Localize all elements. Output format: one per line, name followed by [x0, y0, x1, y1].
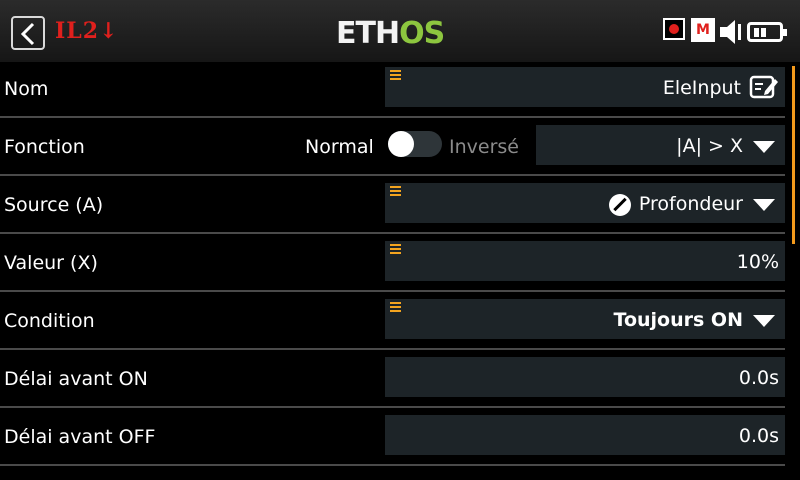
dropdown-caret-icon: [753, 314, 775, 327]
source-select[interactable]: Profondeur: [385, 183, 785, 223]
delai-on-value: 0.0s: [738, 367, 779, 389]
toggle-normal-label: Normal: [305, 136, 374, 158]
dropdown-caret-icon: [753, 140, 775, 153]
battery-icon[interactable]: [747, 22, 787, 42]
delai-off-value: 0.0s: [738, 425, 779, 447]
condition-value: Toujours ON: [614, 309, 775, 331]
drag-handle-icon: [390, 186, 401, 198]
top-bar: IL2↓ ETHOS M: [0, 0, 800, 62]
valeur-value: 10%: [736, 251, 779, 273]
invert-toggle[interactable]: [388, 131, 442, 157]
nom-field[interactable]: EleInput: [385, 67, 785, 107]
delai-on-field[interactable]: 0.0s: [385, 357, 785, 397]
ethos-logo: ETHOS: [336, 16, 445, 51]
chevron-left-icon: [20, 22, 35, 46]
back-button[interactable]: [11, 16, 45, 50]
row-condition: Condition Toujours ON: [0, 292, 785, 350]
drag-handle-icon: [390, 70, 401, 82]
record-icon[interactable]: [663, 18, 685, 40]
source-label: Source (A): [4, 194, 104, 216]
model-name: IL2↓: [55, 18, 119, 44]
fonction-select[interactable]: |A| > X: [536, 125, 785, 165]
valeur-field[interactable]: 10%: [385, 241, 785, 281]
condition-select[interactable]: Toujours ON: [385, 299, 785, 339]
drag-handle-icon: [390, 244, 401, 256]
row-delai-off: Délai avant OFF 0.0s: [0, 408, 785, 466]
row-valeur: Valeur (X) 10%: [0, 234, 785, 292]
nom-label: Nom: [4, 78, 49, 100]
row-nom: Nom EleInput: [0, 60, 785, 118]
nom-value: EleInput: [662, 77, 741, 99]
valeur-label: Valeur (X): [4, 252, 98, 274]
delai-on-label: Délai avant ON: [4, 368, 148, 390]
dropdown-caret-icon: [753, 198, 775, 211]
fonction-label: Fonction: [4, 136, 85, 158]
edit-icon[interactable]: [749, 74, 779, 100]
fonction-value: |A| > X: [676, 135, 775, 157]
drag-handle-icon: [390, 302, 401, 314]
delai-off-field[interactable]: 0.0s: [385, 415, 785, 455]
delai-off-label: Délai avant OFF: [4, 426, 156, 448]
condition-label: Condition: [4, 310, 95, 332]
source-value: Profondeur: [608, 193, 775, 216]
row-delai-on: Délai avant ON 0.0s: [0, 350, 785, 408]
manual-mode-icon[interactable]: M: [691, 18, 715, 42]
analog-source-icon: [608, 193, 631, 216]
row-source: Source (A) Profondeur: [0, 176, 785, 234]
scrollbar[interactable]: [792, 66, 795, 244]
speaker-icon[interactable]: [718, 18, 744, 46]
toggle-inverse-label: Inversé: [449, 136, 519, 158]
